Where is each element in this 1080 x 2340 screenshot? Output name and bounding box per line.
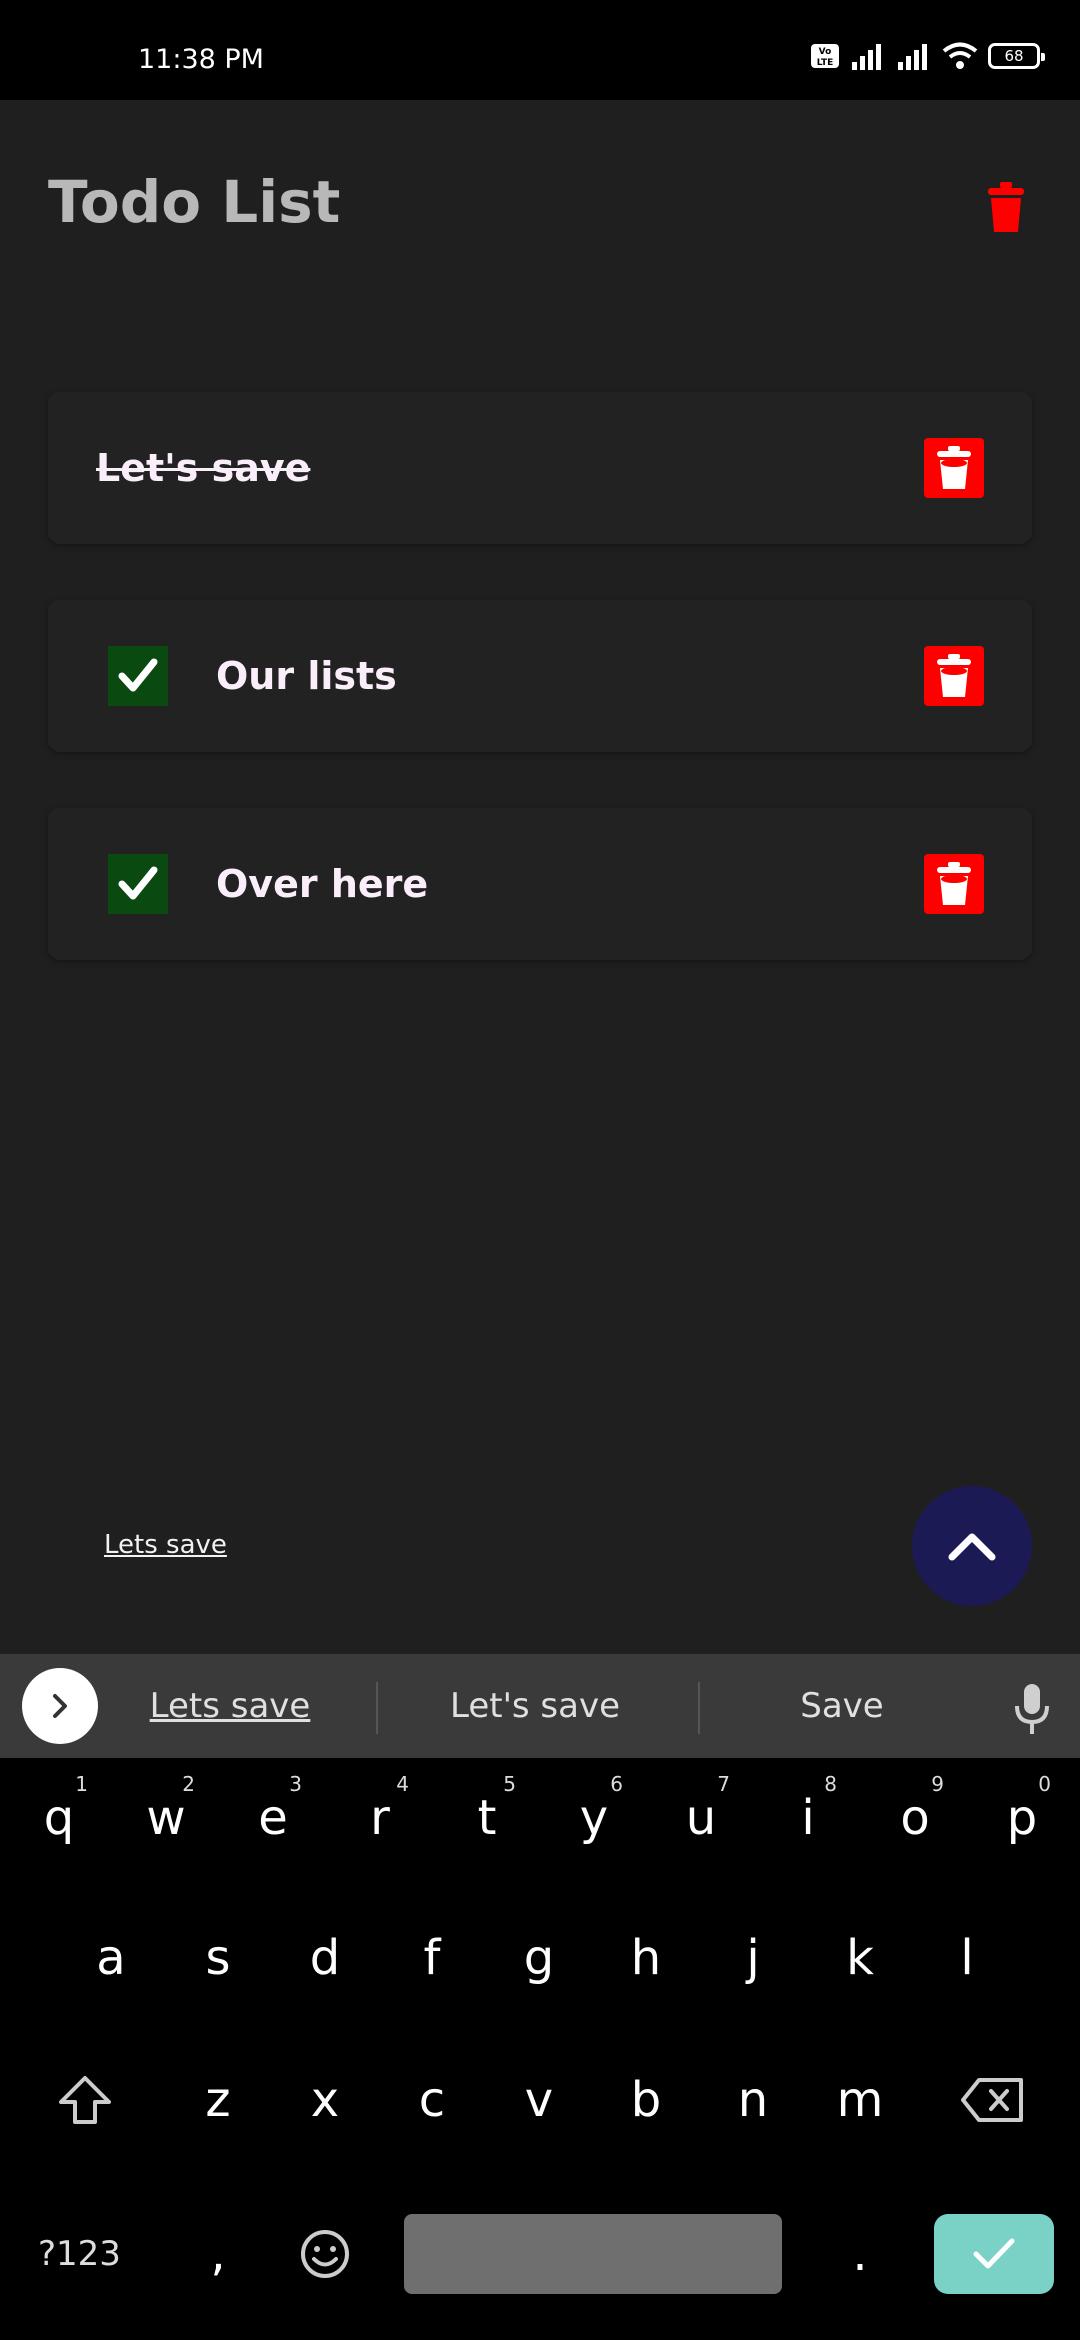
- key-y[interactable]: y6: [549, 1758, 639, 1878]
- key-s[interactable]: s: [173, 1898, 263, 2018]
- volte-icon: Vo LTE: [811, 44, 839, 68]
- wifi-icon: [942, 42, 978, 69]
- suggestion-item[interactable]: Save: [712, 1654, 972, 1758]
- keyboard: q1 w2 e3 r4 t5 y6 u7 i8 o9 p0 a s d f g …: [0, 1758, 1080, 2340]
- checkmark-icon: [118, 658, 158, 692]
- microphone-icon[interactable]: [1012, 1682, 1052, 1736]
- trash-icon: [937, 862, 971, 905]
- status-time: 11:38 PM: [138, 44, 264, 75]
- delete-all-icon[interactable]: [986, 182, 1026, 234]
- symbols-key[interactable]: ?123: [38, 2214, 121, 2294]
- comma-key[interactable]: ,: [173, 2194, 263, 2314]
- emoji-icon: [301, 2230, 349, 2278]
- key-q[interactable]: q1: [14, 1758, 104, 1878]
- checkmark-icon: [973, 2238, 1015, 2269]
- key-a[interactable]: a: [66, 1898, 156, 2018]
- battery-level: 68: [1004, 47, 1024, 65]
- backspace-key[interactable]: [948, 2040, 1038, 2160]
- key-z[interactable]: z: [173, 2040, 263, 2160]
- key-n[interactable]: n: [708, 2040, 798, 2160]
- key-o[interactable]: o9: [870, 1758, 960, 1878]
- todo-item[interactable]: Over here: [48, 808, 1032, 960]
- delete-button[interactable]: [924, 854, 984, 914]
- trash-icon: [937, 654, 971, 697]
- svg-text:LTE: LTE: [817, 58, 834, 68]
- divider: [698, 1682, 700, 1734]
- todo-text: Over here: [216, 862, 429, 906]
- add-button[interactable]: [912, 1486, 1032, 1606]
- status-bar: 11:38 PM Vo LTE 68: [0, 0, 1080, 100]
- key-x[interactable]: x: [280, 2040, 370, 2160]
- divider: [376, 1682, 378, 1734]
- delete-button[interactable]: [924, 438, 984, 498]
- key-v[interactable]: v: [494, 2040, 584, 2160]
- todo-input[interactable]: Lets save: [104, 1530, 227, 1560]
- chevron-right-icon: [53, 1694, 67, 1718]
- key-l[interactable]: l: [922, 1898, 1012, 2018]
- shift-icon: [59, 2076, 111, 2124]
- key-g[interactable]: g: [494, 1898, 584, 2018]
- signal-icon: [898, 44, 927, 70]
- checkmark-icon: [118, 866, 158, 900]
- expand-toolbar-button[interactable]: [22, 1668, 98, 1744]
- key-b[interactable]: b: [601, 2040, 691, 2160]
- key-f[interactable]: f: [387, 1898, 477, 2018]
- key-h[interactable]: h: [601, 1898, 691, 2018]
- emoji-key[interactable]: [280, 2194, 370, 2314]
- key-k[interactable]: k: [815, 1898, 905, 2018]
- delete-button[interactable]: [924, 646, 984, 706]
- suggestion-item[interactable]: Lets save: [120, 1654, 340, 1758]
- page-title: Todo List: [48, 168, 341, 236]
- battery-icon: 68: [988, 43, 1045, 69]
- key-r[interactable]: r4: [335, 1758, 425, 1878]
- todo-text: Let's save: [96, 446, 311, 490]
- todo-text: Our lists: [216, 654, 397, 698]
- svg-text:Vo: Vo: [819, 47, 832, 57]
- key-d[interactable]: d: [280, 1898, 370, 2018]
- signal-icon: [852, 44, 881, 70]
- space-key[interactable]: [404, 2214, 782, 2294]
- todo-checkbox[interactable]: [108, 646, 168, 706]
- suggestion-bar: Lets save Let's save Save: [0, 1654, 1080, 1758]
- backspace-icon: [961, 2078, 1023, 2122]
- status-icons: Vo LTE 68: [810, 42, 1045, 70]
- todo-checkbox[interactable]: [108, 854, 168, 914]
- key-j[interactable]: j: [708, 1898, 798, 2018]
- enter-key[interactable]: [934, 2214, 1054, 2294]
- todo-item[interactable]: Let's save: [48, 392, 1032, 544]
- todo-item[interactable]: Our lists: [48, 600, 1032, 752]
- key-i[interactable]: i8: [763, 1758, 853, 1878]
- key-t[interactable]: t5: [442, 1758, 532, 1878]
- key-p[interactable]: p0: [977, 1758, 1067, 1878]
- shift-key[interactable]: [40, 2040, 130, 2160]
- key-m[interactable]: m: [815, 2040, 905, 2160]
- key-u[interactable]: u7: [656, 1758, 746, 1878]
- suggestion-item[interactable]: Let's save: [390, 1654, 680, 1758]
- chevron-up-icon: [948, 1533, 996, 1561]
- period-key[interactable]: .: [815, 2194, 905, 2314]
- key-c[interactable]: c: [387, 2040, 477, 2160]
- key-e[interactable]: e3: [228, 1758, 318, 1878]
- trash-icon: [937, 446, 971, 489]
- key-w[interactable]: w2: [121, 1758, 211, 1878]
